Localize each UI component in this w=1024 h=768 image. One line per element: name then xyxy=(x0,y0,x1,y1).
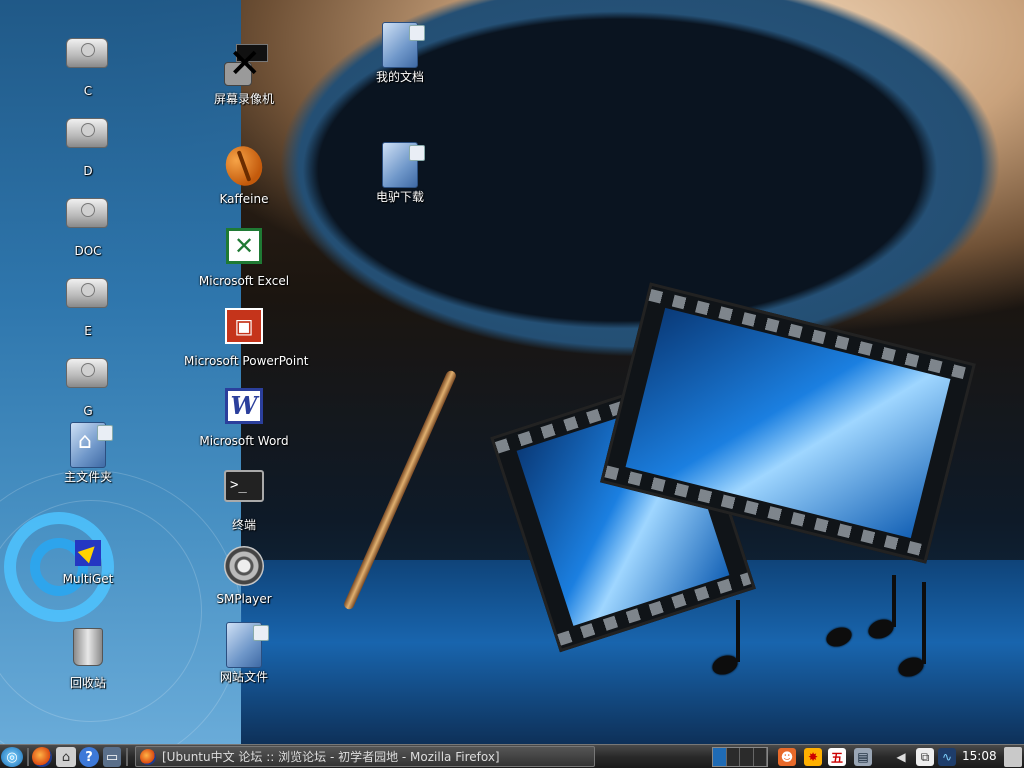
workspace-pager[interactable] xyxy=(712,747,768,767)
ubuntu-menu-icon[interactable]: ◎ xyxy=(1,747,23,767)
website-folder-icon[interactable]: 网站文件 xyxy=(184,622,304,685)
hard-drive-icon xyxy=(66,198,108,228)
my-documents-label: 我的文档 xyxy=(375,70,424,84)
hard-drive-icon xyxy=(66,278,108,308)
multiget-icon[interactable]: MultiGet xyxy=(28,540,148,586)
excel-logo-icon: ✕ xyxy=(226,228,262,264)
terminal-icon[interactable]: >_ 终端 xyxy=(184,464,304,533)
powerpoint-icon[interactable]: ▣ Microsoft PowerPoint xyxy=(184,304,309,368)
volume-icon[interactable]: ◀ xyxy=(892,748,910,766)
powerpoint-logo-icon: ▣ xyxy=(225,308,263,344)
hard-drive-icon xyxy=(66,118,108,148)
video-camera-icon: ✕ xyxy=(222,44,268,88)
drive-g-label: G xyxy=(83,404,93,418)
drive-e-icon[interactable]: E xyxy=(28,266,148,338)
drive-d-icon[interactable]: D xyxy=(28,106,148,178)
drive-g-icon[interactable]: G xyxy=(28,346,148,418)
folder-icon xyxy=(226,622,269,668)
wallpaper-note-stem xyxy=(892,575,896,627)
kaffeine-label: Kaffeine xyxy=(219,192,269,206)
network-icon[interactable]: ▤ xyxy=(854,748,872,766)
clock[interactable]: 15:08 xyxy=(962,749,997,763)
taskbar-separator xyxy=(126,748,128,766)
word-icon[interactable]: W Microsoft Word xyxy=(184,384,304,448)
firefox-icon xyxy=(140,748,156,765)
emule-folder-icon[interactable]: 电驴下载 xyxy=(340,142,460,205)
home-icon[interactable]: ⌂ xyxy=(56,747,76,767)
website-folder-label: 网站文件 xyxy=(219,670,268,684)
screen-recorder-label: 屏幕录像机 xyxy=(213,92,274,106)
screen-recorder-icon[interactable]: ✕ 屏幕录像机 xyxy=(184,44,304,107)
terminal-prompt-icon: >_ xyxy=(224,470,264,502)
hard-drive-icon xyxy=(66,38,108,68)
emule-folder-label: 电驴下载 xyxy=(375,190,424,204)
taskbar-window-firefox[interactable]: [Ubuntu中文 论坛 :: 浏览论坛 - 初学者园地 - Mozilla F… xyxy=(135,746,595,767)
taskbar-separator xyxy=(27,748,29,766)
word-logo-icon: W xyxy=(225,388,263,424)
word-label: Microsoft Word xyxy=(199,434,289,448)
smplayer-label: SMPlayer xyxy=(216,592,272,606)
kaffeine-icon[interactable]: Kaffeine xyxy=(184,141,304,206)
workspace-3[interactable] xyxy=(740,748,754,766)
input-method-icon[interactable]: 五 xyxy=(828,748,846,766)
workspace-4[interactable] xyxy=(753,748,767,766)
firefox-icon[interactable] xyxy=(32,747,52,767)
excel-icon[interactable]: ✕ Microsoft Excel xyxy=(184,224,304,288)
recycle-bin-icon xyxy=(73,628,103,666)
alert-icon[interactable]: ✸ xyxy=(804,748,822,766)
home-folder-label: 主文件夹 xyxy=(63,470,112,484)
coffee-bean-icon xyxy=(220,141,268,191)
wallpaper-note-stem xyxy=(736,600,740,662)
trash-icon[interactable]: 回收站 xyxy=(28,624,148,691)
folder-icon xyxy=(382,22,425,68)
trash-label: 回收站 xyxy=(69,676,106,690)
drive-c-label: C xyxy=(83,84,93,98)
taskbar: ◎ ⌂ ? ▭ [Ubuntu中文 论坛 :: 浏览论坛 - 初学者园地 - M… xyxy=(0,744,1024,768)
drive-doc-icon[interactable]: DOC xyxy=(28,186,148,258)
wallpaper-note-stem xyxy=(922,582,926,664)
terminal-label: 终端 xyxy=(231,518,256,532)
show-desktop-icon[interactable]: ▭ xyxy=(103,747,121,767)
smplayer-icon[interactable]: SMPlayer xyxy=(184,544,304,606)
system-monitor-icon[interactable]: ∿ xyxy=(938,748,956,766)
help-icon[interactable]: ? xyxy=(79,747,99,767)
film-reel-icon xyxy=(224,546,264,586)
desktop-wallpaper xyxy=(0,0,1024,744)
home-folder-icon[interactable]: 主文件夹 xyxy=(28,422,148,485)
logout-icon[interactable] xyxy=(1004,747,1022,767)
drive-e-label: E xyxy=(84,324,92,338)
workspace-1[interactable] xyxy=(713,748,727,766)
drive-doc-label: DOC xyxy=(74,244,102,258)
user-icon[interactable]: ☻ xyxy=(778,748,796,766)
drive-d-label: D xyxy=(83,164,93,178)
excel-label: Microsoft Excel xyxy=(198,274,290,288)
workspace-2[interactable] xyxy=(726,748,740,766)
home-icon xyxy=(70,422,113,468)
hard-drive-icon xyxy=(66,358,108,388)
powerpoint-label: Microsoft PowerPoint xyxy=(184,354,309,368)
folder-icon xyxy=(382,142,425,188)
window-title: [Ubuntu中文 论坛 :: 浏览论坛 - 初学者园地 - Mozilla F… xyxy=(162,750,500,764)
download-arrow-icon xyxy=(75,540,101,566)
drive-c-icon[interactable]: C xyxy=(28,26,148,98)
my-documents-icon[interactable]: 我的文档 xyxy=(340,22,460,85)
multiget-label: MultiGet xyxy=(62,572,114,586)
clipboard-icon[interactable]: ⧉ xyxy=(916,748,934,766)
